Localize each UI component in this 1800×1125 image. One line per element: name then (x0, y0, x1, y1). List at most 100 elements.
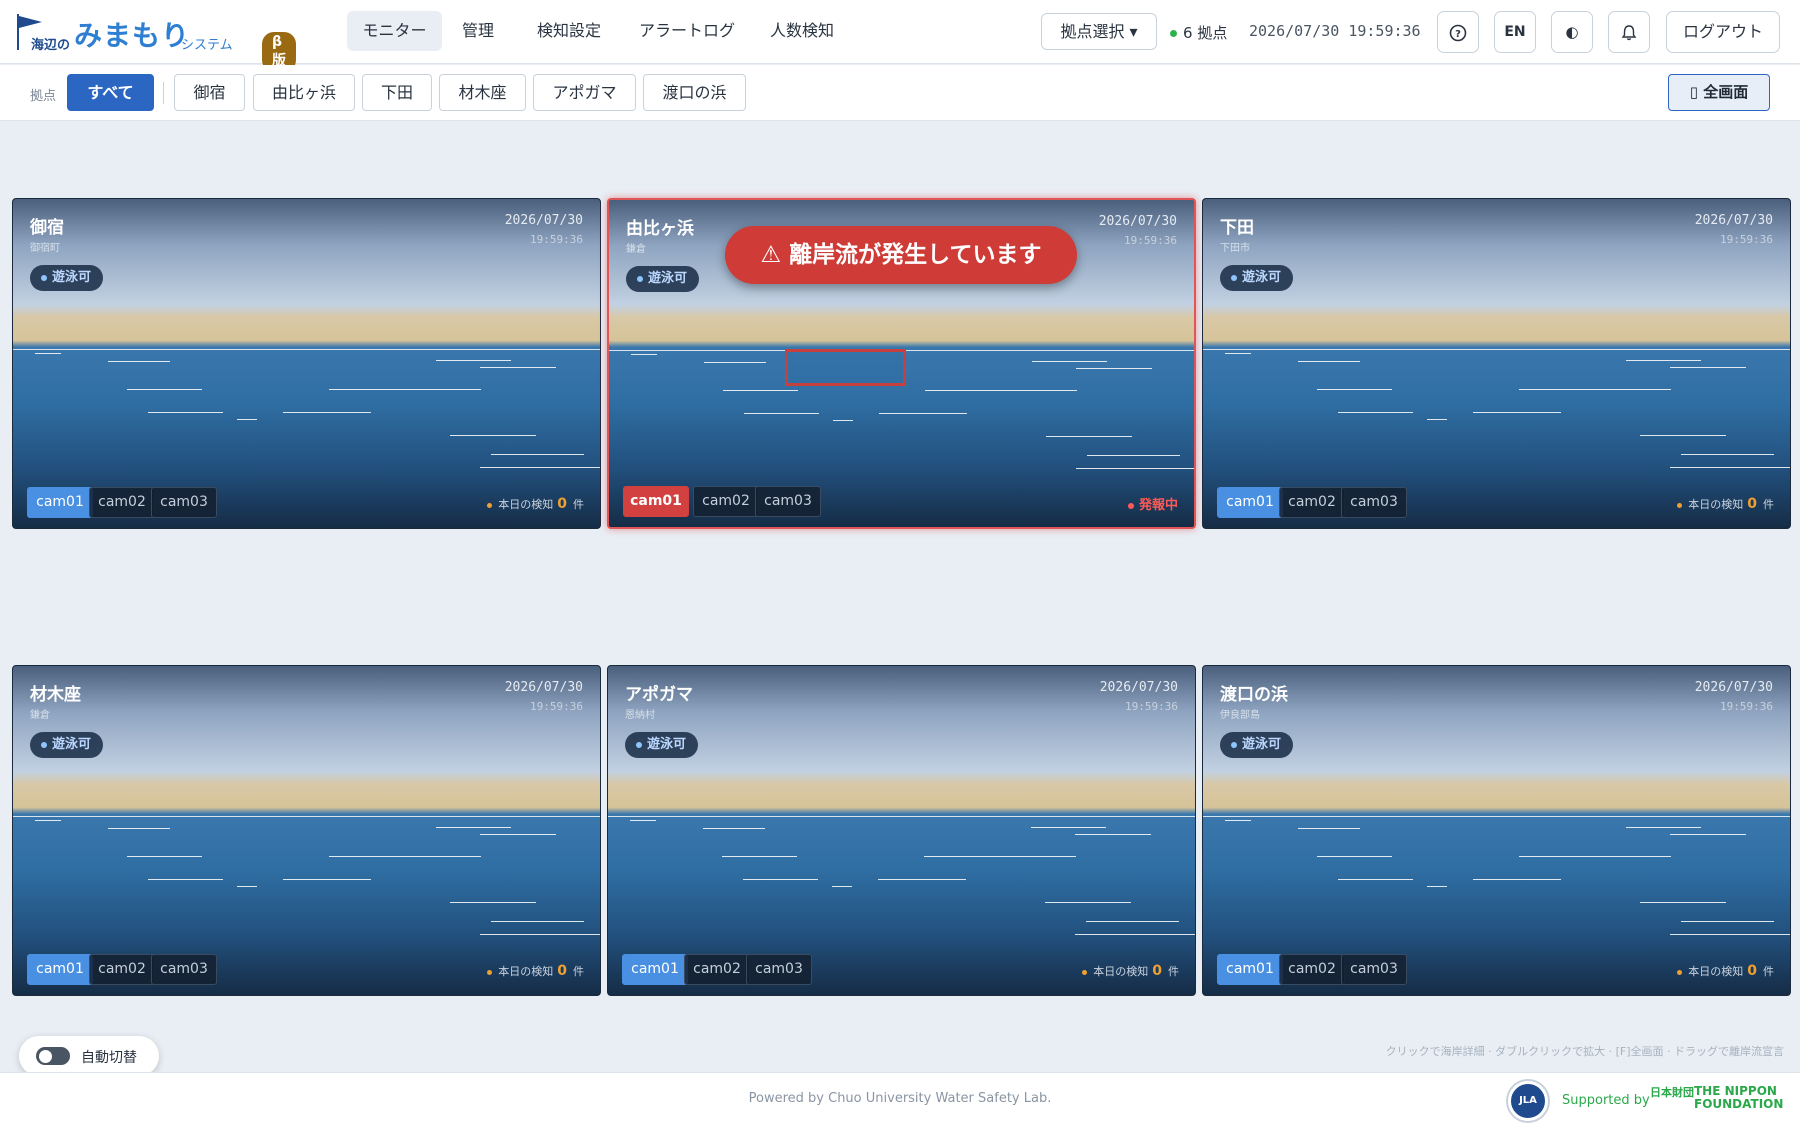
camera-tab-cam02[interactable]: cam02 (89, 954, 155, 985)
camera-tab-cam01[interactable]: cam01 (1217, 487, 1283, 518)
detection-label: 本日の検知 (1688, 498, 1744, 511)
filter-chip-shimoda[interactable]: 下田 (362, 74, 432, 111)
bell-icon (1621, 24, 1637, 40)
site-filter-bar: 拠点 すべて 御宿 由比ヶ浜 下田 材木座 アポガマ 渡口の浜 ▯ 全画面 (0, 65, 1800, 121)
site-name: 御宿 (30, 218, 64, 238)
filter-divider (163, 82, 164, 104)
wave-line (35, 820, 61, 821)
header-datetime: 2026/07/30 19:59:36 (1249, 22, 1421, 40)
wave-line (743, 879, 818, 880)
camera-tab-cam01[interactable]: cam01 (622, 954, 688, 985)
camera-tab-cam03[interactable]: cam03 (151, 954, 217, 985)
top-header: 海辺の みまもり システム β版 モニター 管理 検知設定 アラートログ 人数検… (0, 0, 1800, 72)
detection-dot-icon (487, 969, 493, 975)
nippon-en-2: FOUNDATION (1694, 1097, 1784, 1111)
wave-line (108, 361, 170, 362)
theme-toggle-button[interactable]: ◐ (1551, 11, 1593, 53)
site-count: 6 拠点 (1170, 22, 1227, 43)
site-area: 伊良部島 (1220, 710, 1260, 721)
wave-line (1087, 455, 1180, 456)
camera-tab-cam01[interactable]: cam01 (623, 486, 689, 517)
camera-tab-cam01[interactable]: cam01 (27, 954, 93, 985)
camera-card-5[interactable]: アポガマ 恩納村 2026/07/30 19:59:36 遊泳可 cam01 cam02 ca… (607, 665, 1196, 996)
wave-line (879, 413, 967, 414)
wave-line (480, 934, 600, 935)
app-logo[interactable]: 海辺の みまもり システム β版 (16, 12, 296, 72)
camera-tab-cam03[interactable]: cam03 (1341, 954, 1407, 985)
fullscreen-button[interactable]: ▯ 全画面 (1668, 74, 1770, 111)
camera-card-4[interactable]: 材木座 鎌倉 2026/07/30 19:59:36 遊泳可 cam01 cam02 cam0… (12, 665, 601, 996)
logout-button[interactable]: ログアウト (1666, 11, 1780, 53)
alarm-status: 発報中 (1127, 494, 1178, 513)
wave-line (1076, 368, 1152, 369)
wave-line (148, 412, 223, 413)
camera-card-1[interactable]: 御宿 御宿町 2026/07/30 19:59:36 遊泳可 cam01 cam02 cam0… (12, 198, 601, 529)
wave-line (1298, 828, 1360, 829)
auto-switch-control[interactable]: 自動切替 (19, 1036, 159, 1076)
site-select-dropdown[interactable]: 拠点選択 ▾ (1041, 13, 1157, 50)
camera-tab-cam03[interactable]: cam03 (1341, 487, 1407, 518)
nav-admin[interactable]: 管理 (448, 11, 508, 51)
filter-chip-yuigahama[interactable]: 由比ヶ浜 (253, 74, 355, 111)
daily-detection-count: 本日の検知 0 件 (1677, 496, 1774, 512)
rip-current-detection-box (785, 349, 906, 386)
detection-unit: 件 (573, 965, 584, 978)
shoreline (608, 816, 1195, 817)
site-area: 鎌倉 (30, 710, 50, 721)
status-label: 遊泳可 (648, 271, 688, 286)
rip-current-alert-banner: ⚠ 離岸流が発生しています (725, 226, 1077, 284)
wave-line (1626, 827, 1701, 828)
camera-tab-cam03[interactable]: cam03 (746, 954, 812, 985)
wave-line (1317, 856, 1392, 857)
camera-tab-cam02[interactable]: cam02 (684, 954, 750, 985)
shoreline (13, 349, 600, 350)
filter-chip-all[interactable]: すべて (67, 74, 154, 111)
nav-monitor[interactable]: モニター (347, 11, 442, 51)
theme-icon: ◐ (1565, 23, 1579, 41)
wave-line (1225, 353, 1251, 354)
nav-detection-settings[interactable]: 検知設定 (519, 11, 619, 51)
daily-detection-count: 本日の検知 0 件 (1082, 963, 1179, 979)
filter-chip-toguchinohama[interactable]: 渡口の浜 (643, 74, 746, 111)
camera-card-3[interactable]: 下田 下田市 2026/07/30 19:59:36 遊泳可 cam01 cam02 cam0… (1202, 198, 1791, 529)
auto-switch-toggle[interactable] (36, 1047, 70, 1065)
camera-tab-cam02[interactable]: cam02 (89, 487, 155, 518)
wave-line (1045, 902, 1131, 903)
filter-chip-zaimokuza[interactable]: 材木座 (439, 74, 526, 111)
wave-line (1473, 412, 1561, 413)
detection-count: 0 (1747, 963, 1757, 979)
detection-unit: 件 (573, 498, 584, 511)
camera-tab-cam01[interactable]: cam01 (1217, 954, 1283, 985)
logo-prefix: 海辺の (31, 38, 71, 53)
help-button[interactable]: ? (1437, 11, 1479, 53)
wave-line (450, 902, 536, 903)
camera-tab-cam02[interactable]: cam02 (693, 486, 759, 517)
wave-line (436, 827, 511, 828)
camera-tab-cam01[interactable]: cam01 (27, 487, 93, 518)
language-button[interactable]: EN (1494, 11, 1536, 53)
camera-tab-cam03[interactable]: cam03 (755, 486, 821, 517)
svg-text:?: ? (1455, 29, 1461, 40)
shoreline (13, 816, 600, 817)
wave-line (704, 362, 766, 363)
wave-line (1670, 467, 1790, 468)
wave-line (1317, 389, 1392, 390)
nav-people-count[interactable]: 人数検知 (752, 11, 852, 51)
camera-tab-cam03[interactable]: cam03 (151, 487, 217, 518)
site-area: 下田市 (1220, 243, 1250, 254)
camera-tab-cam02[interactable]: cam02 (1279, 487, 1345, 518)
camera-card-6[interactable]: 渡口の浜 伊良部島 2026/07/30 19:59:36 遊泳可 cam01 cam02 c… (1202, 665, 1791, 996)
wave-line (127, 389, 202, 390)
wave-line (1681, 921, 1774, 922)
wave-line (491, 921, 584, 922)
detection-label: 本日の検知 (1093, 965, 1149, 978)
nav-alert-log[interactable]: アラートログ (627, 11, 747, 51)
detection-dot-icon (487, 502, 493, 508)
camera-tab-cam02[interactable]: cam02 (1279, 954, 1345, 985)
filter-chip-onjuku[interactable]: 御宿 (174, 74, 245, 111)
detection-count: 0 (1747, 496, 1757, 512)
wave-line (1086, 921, 1179, 922)
notification-button[interactable] (1608, 11, 1650, 53)
filter-chip-apogama[interactable]: アポガマ (533, 74, 636, 111)
camera-card-2[interactable]: 由比ヶ浜 鎌倉 2026/07/30 19:59:36 遊泳可 cam01 cam02 cam… (607, 198, 1196, 529)
